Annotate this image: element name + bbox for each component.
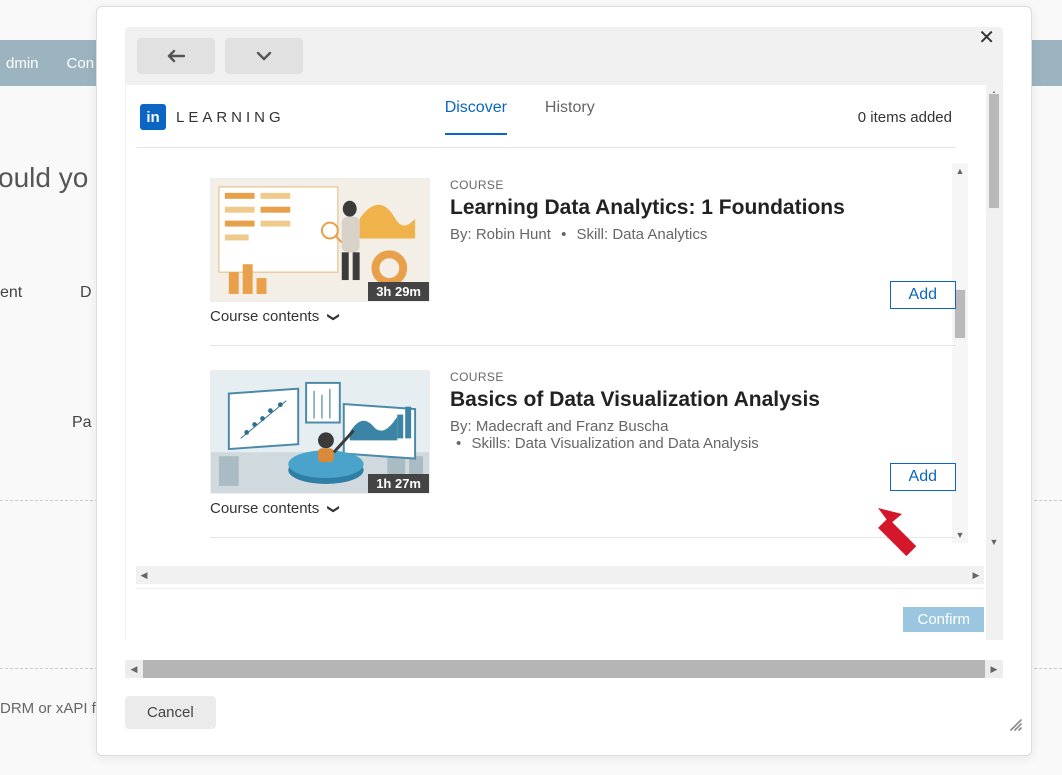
linkedin-badge-icon: in xyxy=(140,104,166,130)
cancel-button[interactable]: Cancel xyxy=(125,696,216,729)
course-item: 1h 27m Course contents ❯ COURSE Basics o… xyxy=(210,370,956,538)
modal-dialog: ✕ ▲ ▼ in LEARNING Discover History 0 ite… xyxy=(96,6,1032,756)
scroll-right-icon[interactable]: ▶ xyxy=(985,660,1003,678)
byline-skill: Skill: Data Analytics xyxy=(577,226,708,243)
course-contents-toggle[interactable]: Course contents ❯ xyxy=(210,500,430,517)
course-byline: By: Madecraft and Franz Buscha • Skills:… xyxy=(450,418,956,452)
chevron-down-icon: ❯ xyxy=(327,503,341,513)
confirm-button[interactable]: Confirm xyxy=(903,607,984,632)
course-kicker: COURSE xyxy=(450,178,956,192)
chevron-down-icon: ❯ xyxy=(327,311,341,321)
items-added-count: 0 items added xyxy=(858,109,952,126)
course-thumbnail[interactable]: 1h 27m xyxy=(210,370,430,494)
content-area: in LEARNING Discover History 0 items add… xyxy=(136,85,976,545)
course-byline: By: Robin Hunt • Skill: Data Analytics xyxy=(450,226,956,243)
course-list: 3h 29m Course contents ❯ COURSE Learning… xyxy=(136,148,976,538)
scroll-down-icon[interactable]: ▼ xyxy=(986,534,1002,550)
outer-vertical-scrollbar[interactable]: ▲ ▼ xyxy=(986,85,1002,640)
brand-text: LEARNING xyxy=(176,109,285,126)
inner-frame: ▲ ▼ in LEARNING Discover History 0 items… xyxy=(125,85,1003,640)
tab-discover[interactable]: Discover xyxy=(445,99,507,135)
scroll-track[interactable] xyxy=(143,660,985,678)
inner-scroll-up-icon[interactable]: ▲ xyxy=(952,163,968,179)
byline-author: By: Robin Hunt xyxy=(450,226,551,243)
course-thumbnail[interactable]: 3h 29m xyxy=(210,178,430,302)
scroll-thumb[interactable] xyxy=(988,93,1000,209)
bg-fragment-ent: ent xyxy=(0,284,22,302)
course-contents-label: Course contents xyxy=(210,500,319,517)
duration-badge: 3h 29m xyxy=(368,282,429,301)
add-button[interactable]: Add xyxy=(890,463,956,491)
nav-content: Con xyxy=(67,55,95,72)
toolbar-back-button[interactable] xyxy=(137,38,215,74)
course-kicker: COURSE xyxy=(450,370,956,384)
tab-history[interactable]: History xyxy=(545,99,595,135)
bg-heading-fragment: ould yo xyxy=(0,162,88,194)
course-contents-toggle[interactable]: Course contents ❯ xyxy=(210,308,430,325)
byline-author: By: Madecraft and Franz Buscha xyxy=(450,418,668,435)
course-contents-label: Course contents xyxy=(210,308,319,325)
confirm-area: Confirm xyxy=(136,588,984,640)
course-title[interactable]: Basics of Data Visualization Analysis xyxy=(450,388,956,412)
resize-handle-icon[interactable] xyxy=(1007,716,1023,737)
scroll-right-icon[interactable]: ▶ xyxy=(968,566,984,584)
course-item: 3h 29m Course contents ❯ COURSE Learning… xyxy=(210,178,956,346)
scroll-left-icon[interactable]: ◀ xyxy=(125,660,143,678)
scroll-left-icon[interactable]: ◀ xyxy=(136,566,152,584)
byline-skill: Skills: Data Visualization and Data Anal… xyxy=(471,435,758,452)
duration-badge: 1h 27m xyxy=(368,474,429,493)
inner-horizontal-scrollbar[interactable]: ◀ ▶ xyxy=(136,566,984,584)
bg-fragment-d: D xyxy=(80,284,92,302)
nav-admin: dmin xyxy=(6,55,39,72)
bg-bottom-fragment: DRM or xAPI fi xyxy=(0,700,99,717)
modal-toolbar: ✕ xyxy=(125,27,1003,85)
toolbar-dropdown-button[interactable] xyxy=(225,38,303,74)
add-button[interactable]: Add xyxy=(890,281,956,309)
bg-fragment-pa: Pa xyxy=(72,414,92,432)
modal-close-button[interactable]: ✕ xyxy=(970,21,1003,54)
brand-row: in LEARNING Discover History 0 items add… xyxy=(136,85,956,148)
modal-footer: Cancel xyxy=(97,678,1031,741)
outer-horizontal-scrollbar[interactable]: ◀ ▶ xyxy=(125,660,1003,678)
course-title[interactable]: Learning Data Analytics: 1 Foundations xyxy=(450,196,956,220)
